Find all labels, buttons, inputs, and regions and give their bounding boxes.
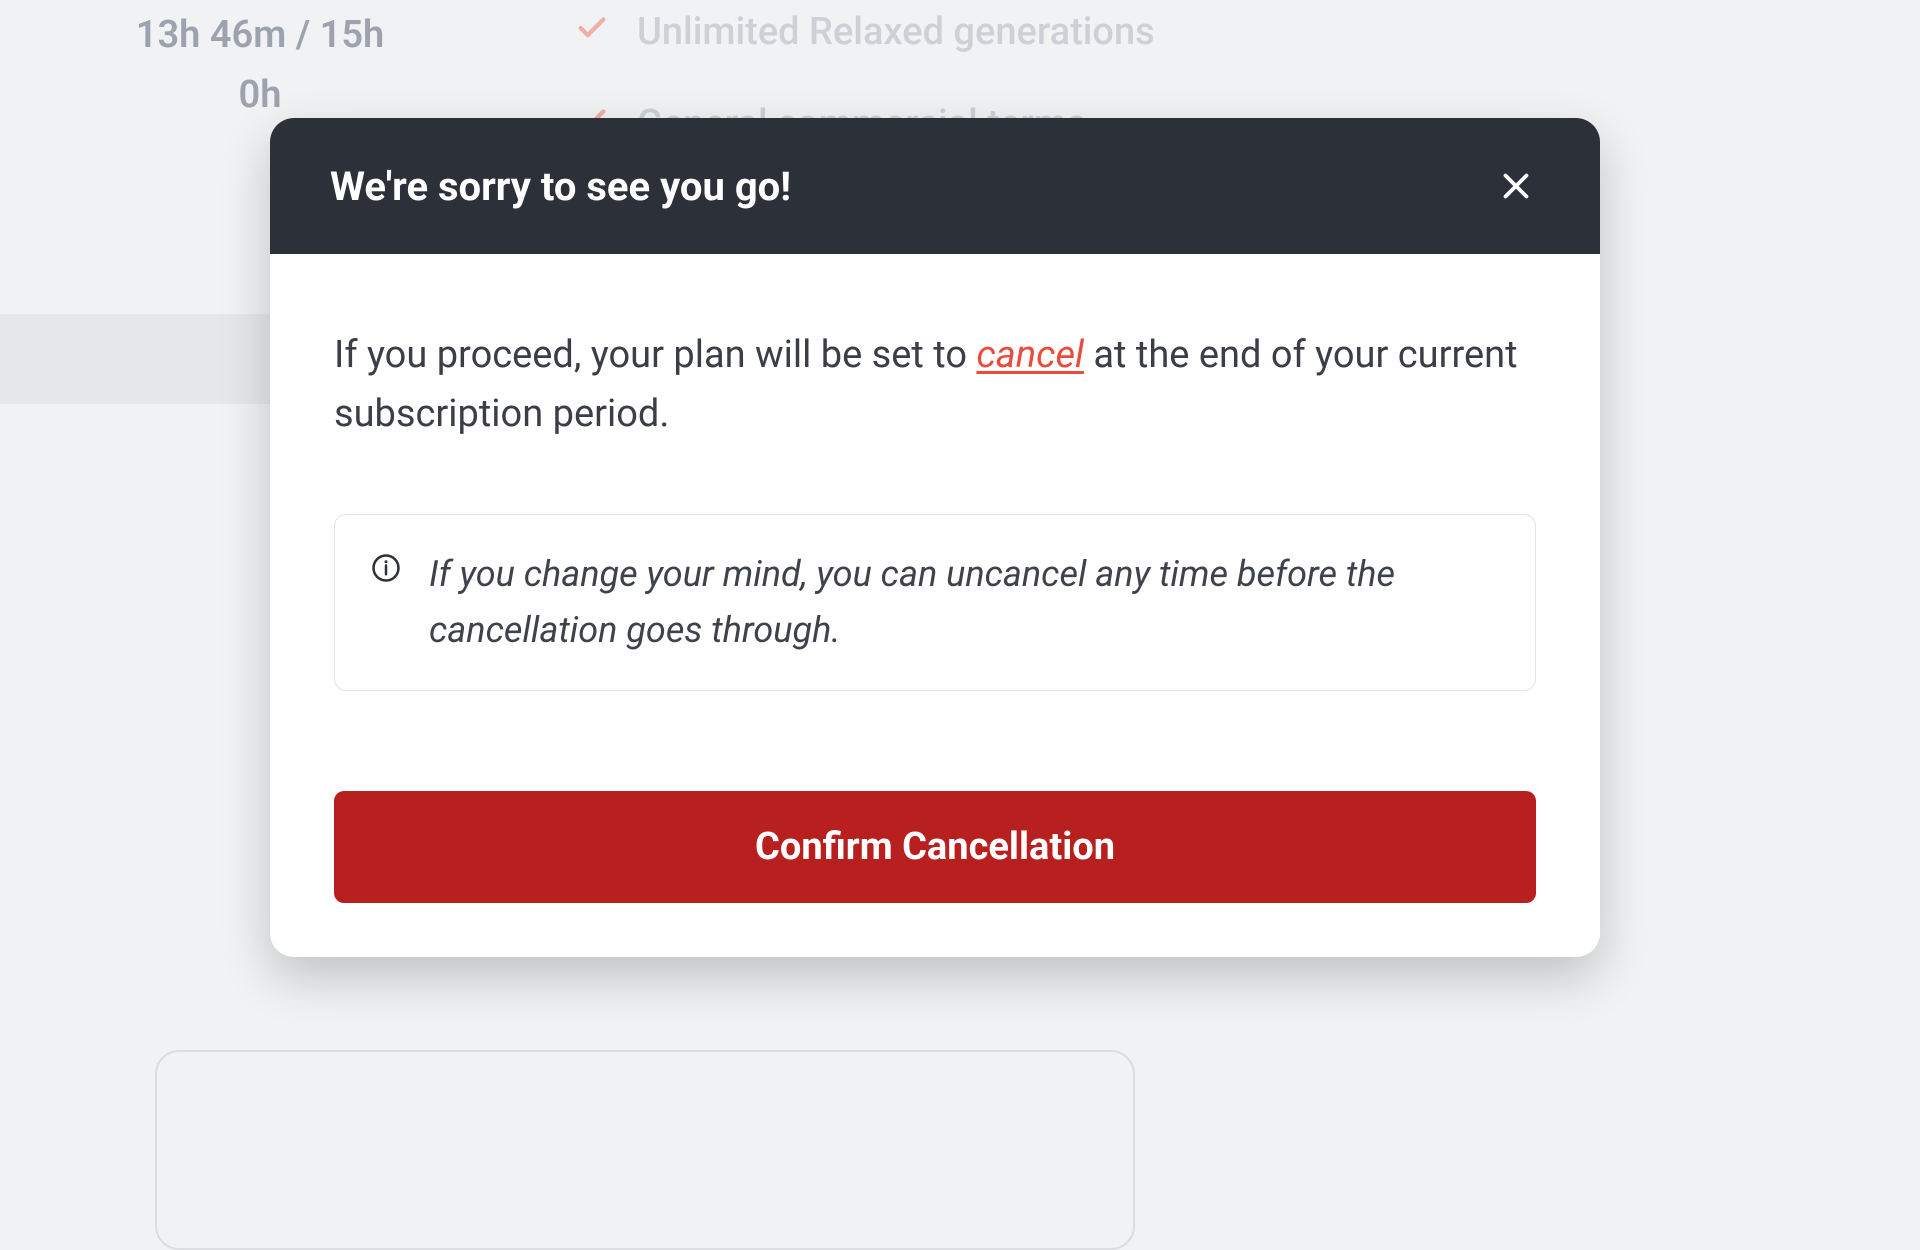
message-text-before: If you proceed, your plan will be set to <box>334 333 976 377</box>
modal-footer: Confirm Cancellation <box>270 691 1600 957</box>
modal-title: We're sorry to see you go! <box>330 163 791 210</box>
info-text: If you change your mind, you can uncance… <box>429 547 1499 659</box>
info-box: If you change your mind, you can uncance… <box>334 514 1536 692</box>
cancel-emphasis: cancel <box>976 333 1084 377</box>
cancellation-modal: We're sorry to see you go! If you procee… <box>270 118 1600 957</box>
info-icon <box>371 553 401 587</box>
confirm-cancellation-button[interactable]: Confirm Cancellation <box>334 791 1536 903</box>
modal-overlay: We're sorry to see you go! If you procee… <box>0 0 1920 1182</box>
close-icon <box>1498 168 1534 204</box>
modal-header: We're sorry to see you go! <box>270 118 1600 254</box>
close-button[interactable] <box>1492 162 1540 210</box>
modal-message: If you proceed, your plan will be set to… <box>334 326 1536 444</box>
modal-body: If you proceed, your plan will be set to… <box>270 254 1600 691</box>
